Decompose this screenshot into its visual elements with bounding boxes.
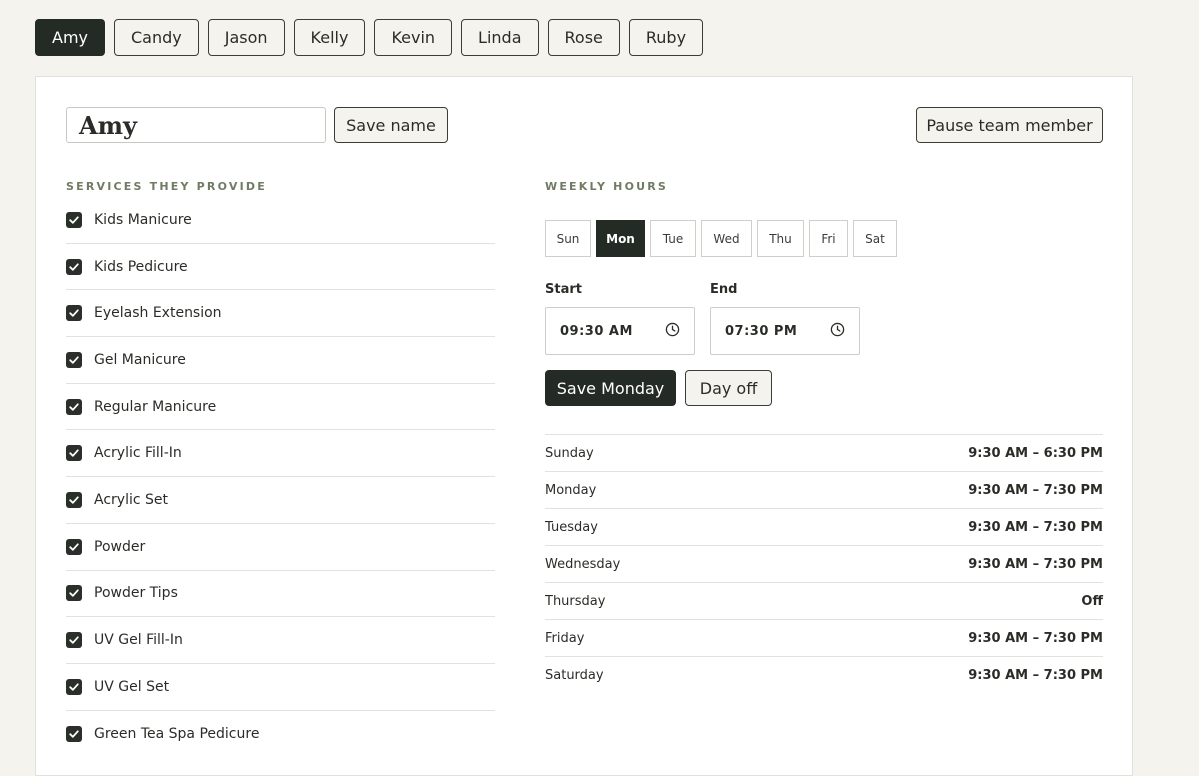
service-label: Kids Pedicure: [94, 258, 188, 275]
team-member-panel: Amy Save name Pause team member SERVICES…: [35, 76, 1133, 776]
checkbox-checked-icon[interactable]: [66, 725, 82, 742]
pause-member-button[interactable]: Pause team member: [916, 107, 1103, 143]
checkbox-checked-icon[interactable]: [66, 398, 82, 415]
summary-hours: Off: [1081, 593, 1103, 609]
team-member-tabs: Amy Candy Jason Kelly Kevin Linda Rose R…: [35, 19, 704, 56]
service-item[interactable]: Kids Manicure: [66, 197, 495, 244]
service-label: Powder: [94, 538, 146, 555]
service-item[interactable]: Acrylic Set: [66, 477, 495, 524]
service-label: Eyelash Extension: [94, 305, 222, 322]
summary-day: Friday: [545, 630, 585, 646]
summary-day: Sunday: [545, 445, 594, 461]
checkbox-checked-icon[interactable]: [66, 305, 82, 322]
summary-row-sunday: Sunday 9:30 AM – 6:30 PM: [545, 435, 1103, 472]
day-tab-sun[interactable]: Sun: [545, 220, 591, 257]
summary-hours: 9:30 AM – 7:30 PM: [968, 519, 1103, 535]
service-item[interactable]: Kids Pedicure: [66, 244, 495, 291]
summary-hours: 9:30 AM – 7:30 PM: [968, 668, 1103, 683]
summary-hours: 9:30 AM – 7:30 PM: [968, 482, 1103, 498]
summary-day: Saturday: [545, 668, 604, 683]
day-off-button[interactable]: Day off: [685, 370, 772, 406]
member-name-input[interactable]: Amy: [66, 107, 326, 143]
checkbox-checked-icon[interactable]: [66, 538, 82, 555]
service-label: Gel Manicure: [94, 351, 186, 368]
weekly-hours-summary: Sunday 9:30 AM – 6:30 PM Monday 9:30 AM …: [545, 434, 1103, 694]
services-section-title: SERVICES THEY PROVIDE: [66, 180, 267, 193]
summary-row-tuesday: Tuesday 9:30 AM – 7:30 PM: [545, 509, 1103, 546]
summary-hours: 9:30 AM – 7:30 PM: [968, 556, 1103, 572]
tab-kelly[interactable]: Kelly: [293, 19, 366, 56]
service-item[interactable]: Powder Tips: [66, 571, 495, 618]
services-list: Kids Manicure Kids Pedicure Eyelash Exte…: [66, 197, 495, 757]
end-label: End: [710, 282, 738, 297]
service-label: UV Gel Set: [94, 678, 170, 695]
day-tab-tue[interactable]: Tue: [650, 220, 696, 257]
service-label: Kids Manicure: [94, 211, 192, 228]
start-label: Start: [545, 282, 582, 297]
service-item[interactable]: Regular Manicure: [66, 384, 495, 431]
checkbox-checked-icon[interactable]: [66, 678, 82, 695]
save-day-button[interactable]: Save Monday: [545, 370, 676, 406]
service-label: Regular Manicure: [94, 398, 217, 415]
clock-icon[interactable]: [665, 322, 680, 341]
tab-jason[interactable]: Jason: [207, 19, 285, 56]
start-time-input[interactable]: 09:30 AM: [545, 307, 695, 355]
service-item[interactable]: Gel Manicure: [66, 337, 495, 384]
service-label: UV Gel Fill-In: [94, 632, 183, 649]
day-tab-sat[interactable]: Sat: [853, 220, 897, 257]
service-item[interactable]: UV Gel Set: [66, 664, 495, 711]
service-label: Green Tea Spa Pedicure: [94, 725, 260, 742]
tab-linda[interactable]: Linda: [461, 19, 539, 56]
service-item[interactable]: Eyelash Extension: [66, 290, 495, 338]
save-name-button[interactable]: Save name: [334, 107, 448, 143]
tab-ruby[interactable]: Ruby: [628, 19, 704, 56]
weekly-hours-section-title: WEEKLY HOURS: [545, 180, 669, 193]
summary-hours: 9:30 AM – 6:30 PM: [968, 445, 1103, 461]
summary-row-friday: Friday 9:30 AM – 7:30 PM: [545, 620, 1103, 657]
service-label: Powder Tips: [94, 585, 178, 602]
clock-icon[interactable]: [830, 322, 845, 341]
service-item[interactable]: Acrylic Fill-In: [66, 430, 495, 478]
summary-row-monday: Monday 9:30 AM – 7:30 PM: [545, 472, 1103, 509]
day-tab-mon[interactable]: Mon: [596, 220, 645, 257]
checkbox-checked-icon[interactable]: [66, 632, 82, 649]
tab-amy[interactable]: Amy: [35, 19, 105, 56]
tab-rose[interactable]: Rose: [547, 19, 620, 56]
summary-row-wednesday: Wednesday 9:30 AM – 7:30 PM: [545, 546, 1103, 583]
checkbox-checked-icon[interactable]: [66, 491, 82, 508]
day-tab-wed[interactable]: Wed: [701, 220, 752, 257]
checkbox-checked-icon[interactable]: [66, 211, 82, 228]
start-time-value: 09:30 AM: [560, 323, 633, 339]
end-time-input[interactable]: 07:30 PM: [710, 307, 860, 355]
checkbox-checked-icon[interactable]: [66, 585, 82, 602]
summary-hours: 9:30 AM – 7:30 PM: [968, 630, 1103, 646]
checkbox-checked-icon[interactable]: [66, 258, 82, 275]
summary-row-thursday: Thursday Off: [545, 583, 1103, 620]
service-label: Acrylic Set: [94, 491, 168, 508]
service-label: Acrylic Fill-In: [94, 445, 182, 462]
day-selector: Sun Mon Tue Wed Thu Fri Sat: [545, 220, 897, 257]
day-tab-fri[interactable]: Fri: [809, 220, 848, 257]
summary-row-saturday: Saturday 9:30 AM – 7:30 PM: [545, 657, 1103, 694]
summary-day: Monday: [545, 482, 597, 498]
tab-candy[interactable]: Candy: [114, 19, 199, 56]
service-item[interactable]: UV Gel Fill-In: [66, 617, 495, 664]
service-item[interactable]: Green Tea Spa Pedicure: [66, 711, 495, 758]
end-time-value: 07:30 PM: [725, 323, 798, 339]
day-tab-thu[interactable]: Thu: [757, 220, 804, 257]
checkbox-checked-icon[interactable]: [66, 351, 82, 368]
checkbox-checked-icon[interactable]: [66, 445, 82, 462]
summary-day: Wednesday: [545, 556, 621, 572]
summary-day: Tuesday: [545, 519, 598, 535]
tab-kevin[interactable]: Kevin: [374, 19, 453, 56]
summary-day: Thursday: [545, 593, 606, 609]
service-item[interactable]: Powder: [66, 524, 495, 571]
